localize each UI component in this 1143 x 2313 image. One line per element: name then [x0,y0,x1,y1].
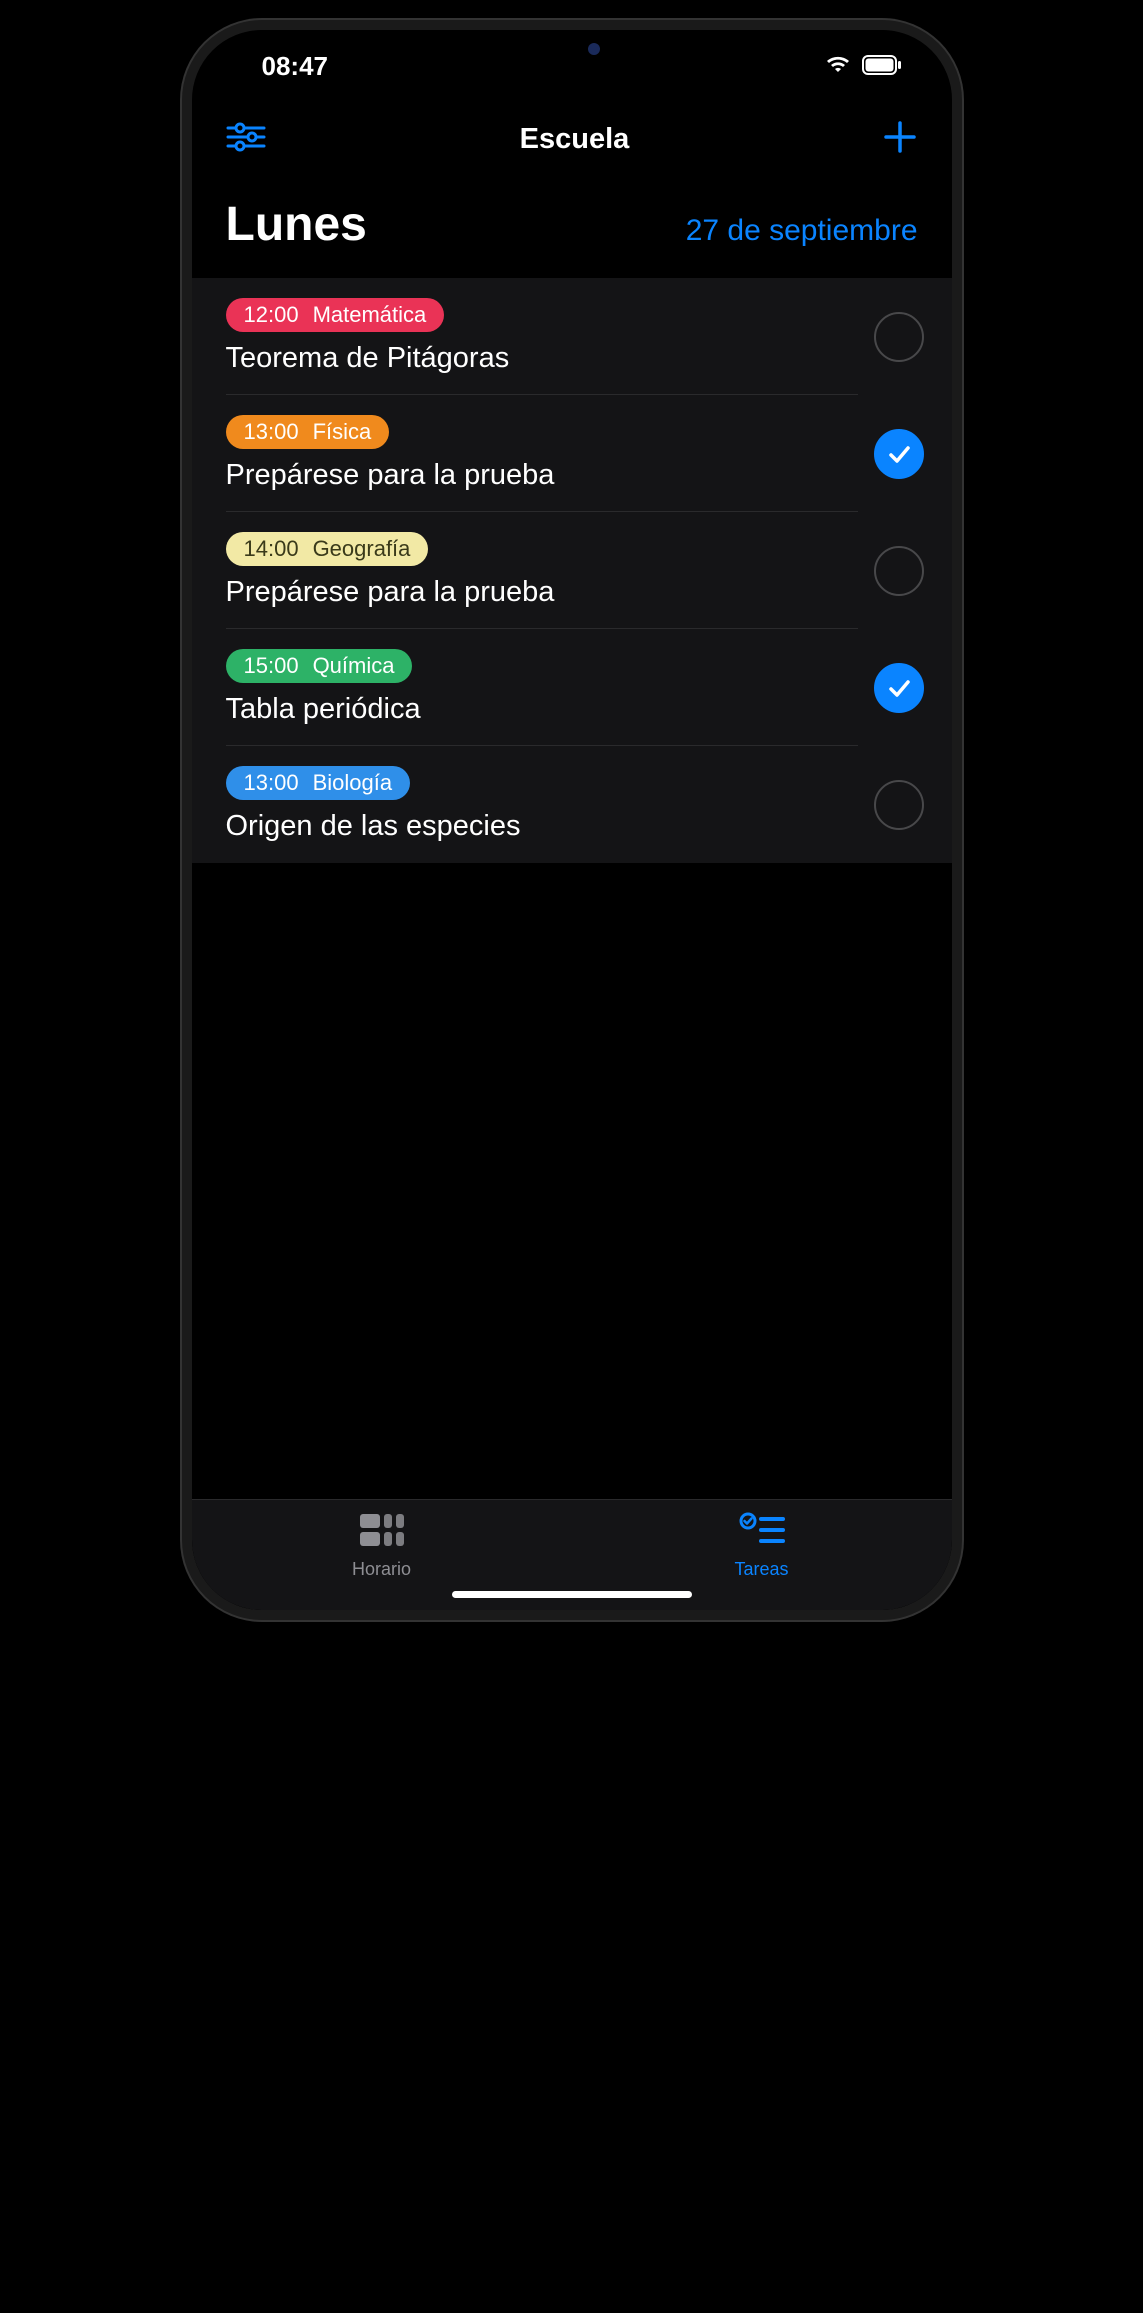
day-label: Lunes [226,197,367,252]
task-time: 15:00 [244,653,299,679]
task-title: Prepárese para la prueba [226,576,854,609]
task-item[interactable]: 12:00 Matemática Teorema de Pitágoras [192,278,952,395]
tab-horario[interactable]: Horario [192,1512,572,1580]
horario-icon [358,1512,406,1553]
task-checkbox[interactable] [874,312,924,362]
settings-icon[interactable] [226,122,266,157]
task-content: 14:00 Geografía Prepárese para la prueba [226,532,854,609]
phone-frame: 08:47 Escuela [182,20,962,1620]
nav-title: Escuela [520,123,630,156]
task-content: 15:00 Química Tabla periódica [226,649,854,726]
task-checkbox[interactable] [874,429,924,479]
task-item[interactable]: 13:00 Física Prepárese para la prueba [192,395,952,512]
task-badge: 14:00 Geografía [226,532,429,566]
date-header: Lunes 27 de septiembre [192,179,952,278]
task-badge: 13:00 Biología [226,766,411,800]
tab-label: Tareas [734,1559,788,1580]
task-subject: Biología [313,770,393,796]
nav-bar: Escuela [192,90,952,179]
screen: 08:47 Escuela [192,30,952,1610]
task-content: 13:00 Biología Origen de las especies [226,766,854,843]
task-time: 14:00 [244,536,299,562]
content[interactable]: 12:00 Matemática Teorema de Pitágoras 13:00… [192,278,952,1499]
task-title: Prepárese para la prueba [226,459,854,492]
task-badge: 15:00 Química [226,649,413,683]
task-subject: Geografía [313,536,411,562]
task-subject: Física [313,419,372,445]
task-list: 12:00 Matemática Teorema de Pitágoras 13:00… [192,278,952,863]
date-label[interactable]: 27 de septiembre [686,214,918,248]
battery-icon [862,51,902,82]
task-time: 13:00 [244,770,299,796]
task-title: Origen de las especies [226,810,854,843]
task-item[interactable]: 13:00 Biología Origen de las especies [192,746,952,863]
tab-label: Horario [352,1559,411,1580]
task-title: Teorema de Pitágoras [226,342,854,375]
task-content: 12:00 Matemática Teorema de Pitágoras [226,298,854,375]
home-indicator[interactable] [452,1591,692,1598]
notch [472,30,672,68]
tab-tareas[interactable]: Tareas [572,1512,952,1580]
wifi-icon [824,51,852,82]
task-subject: Matemática [313,302,427,328]
tareas-icon [739,1512,785,1553]
status-right [824,51,902,82]
task-item[interactable]: 14:00 Geografía Prepárese para la prueba [192,512,952,629]
add-icon[interactable] [883,120,917,159]
task-badge: 13:00 Física [226,415,390,449]
status-time: 08:47 [262,51,329,82]
task-badge: 12:00 Matemática [226,298,445,332]
task-title: Tabla periódica [226,693,854,726]
task-content: 13:00 Física Prepárese para la prueba [226,415,854,492]
task-checkbox[interactable] [874,663,924,713]
task-checkbox[interactable] [874,780,924,830]
task-item[interactable]: 15:00 Química Tabla periódica [192,629,952,746]
task-time: 13:00 [244,419,299,445]
task-time: 12:00 [244,302,299,328]
task-subject: Química [313,653,395,679]
task-checkbox[interactable] [874,546,924,596]
